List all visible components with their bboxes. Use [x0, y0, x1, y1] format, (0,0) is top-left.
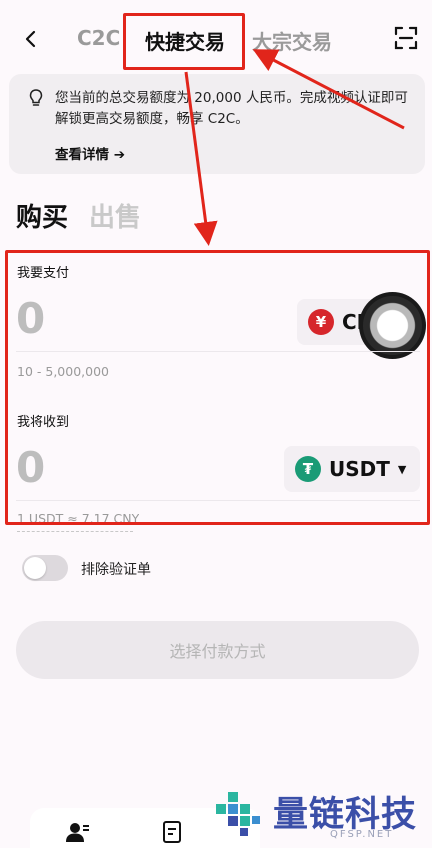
arrow-to-tab — [252, 49, 405, 130]
exclude-verified-label: 排除验证单 — [81, 562, 151, 578]
select-payment-button[interactable]: 选择付款方式 — [16, 621, 419, 679]
annotation-arrows — [184, 49, 405, 246]
toggle-knob — [24, 557, 46, 579]
arrow-to-form — [184, 71, 218, 246]
annotation-box-form — [5, 250, 430, 525]
watermark-logo — [212, 788, 264, 840]
dashed-underline — [17, 531, 133, 532]
watermark-site: QFSP.NET — [330, 829, 394, 840]
user-icon[interactable] — [64, 820, 90, 844]
order-icon[interactable] — [162, 820, 182, 844]
